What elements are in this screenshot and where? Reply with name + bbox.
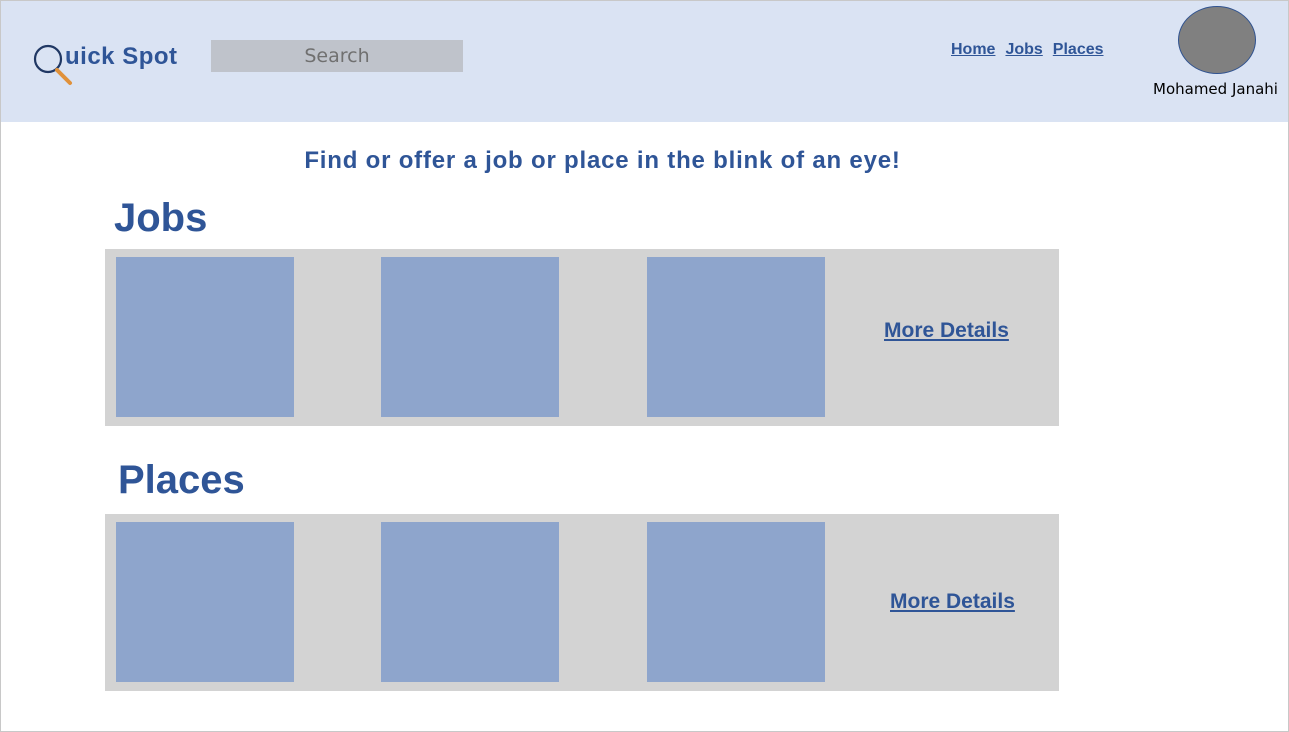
nav-link-places[interactable]: Places (1053, 41, 1104, 59)
user-name: Mohamed Janahi (1153, 80, 1278, 98)
tagline: Find or offer a job or place in the blin… (304, 147, 901, 174)
nav-link-home[interactable]: Home (951, 41, 995, 59)
places-section-title: Places (118, 458, 245, 502)
job-card[interactable] (381, 257, 559, 417)
jobs-more-details-link[interactable]: More Details (884, 319, 1009, 343)
jobs-panel: More Details (105, 249, 1059, 426)
job-card[interactable] (647, 257, 825, 417)
places-panel: More Details (105, 514, 1059, 691)
logo-text: uick Spot (65, 43, 178, 70)
nav-link-jobs[interactable]: Jobs (1005, 41, 1042, 59)
search-input[interactable] (211, 40, 463, 72)
main-nav: Home Jobs Places (951, 41, 1104, 59)
place-card[interactable] (647, 522, 825, 682)
job-card[interactable] (116, 257, 294, 417)
page: uick Spot Home Jobs Places Mohamed Janah… (0, 0, 1289, 732)
logo[interactable]: uick Spot (33, 41, 208, 87)
avatar[interactable] (1178, 6, 1256, 74)
header-bar: uick Spot Home Jobs Places Mohamed Janah… (1, 1, 1288, 122)
place-card[interactable] (116, 522, 294, 682)
jobs-section-title: Jobs (114, 196, 208, 240)
places-more-details-link[interactable]: More Details (890, 590, 1015, 614)
place-card[interactable] (381, 522, 559, 682)
